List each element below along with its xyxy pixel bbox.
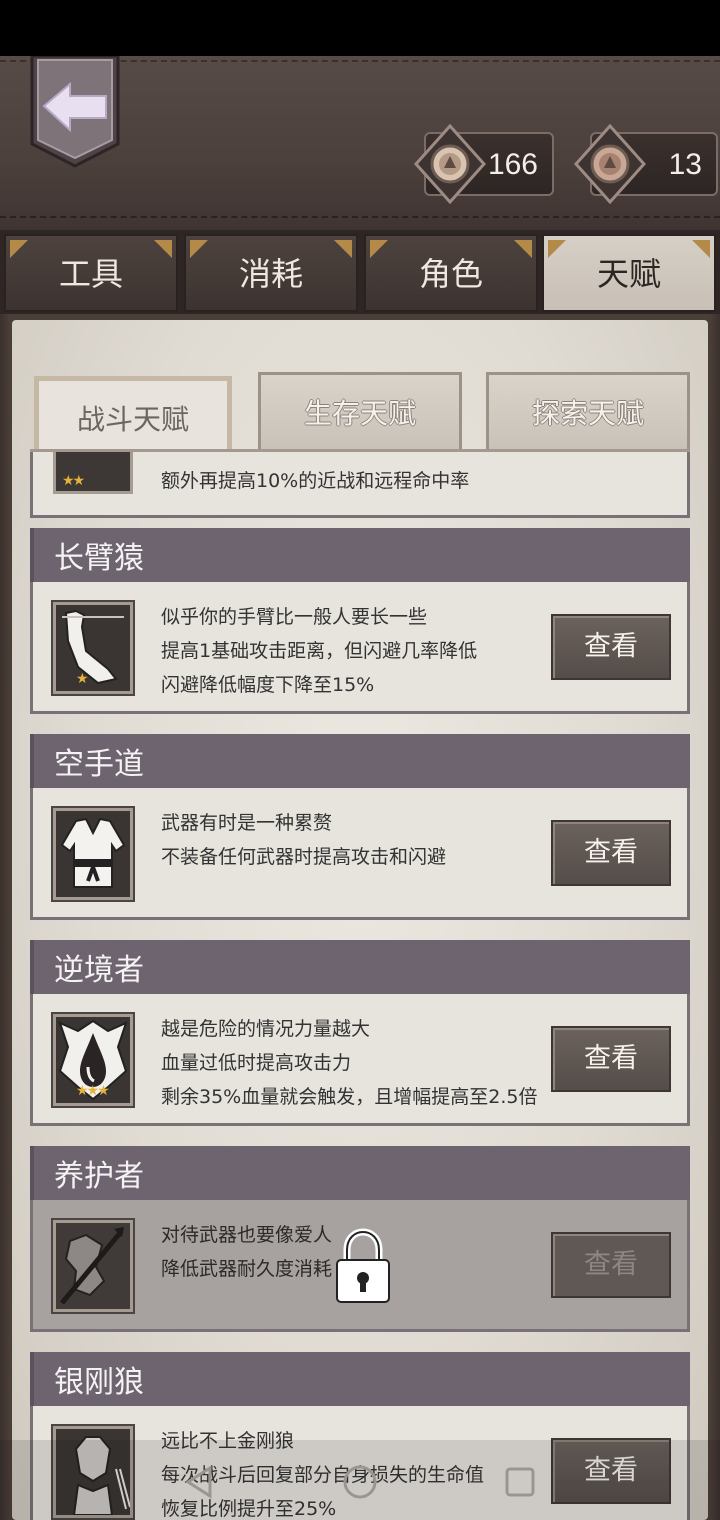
talent-icon-frame: ★★ xyxy=(53,452,133,494)
subtab-label: 战斗天赋 xyxy=(76,403,189,436)
talent-name: 逆境者 xyxy=(54,953,144,988)
talent-body: ★★★ 越是危险的情况力量越大 血量过低时提高攻击力 剩余35%血量就会触发，且… xyxy=(30,994,690,1126)
talent-desc-line: 剩余35%血量就会触发，且增幅提高至2.5倍 xyxy=(161,1086,538,1108)
talent-desc-line: 额外再提高10%的近战和远程命中率 xyxy=(161,470,470,492)
system-nav-bar xyxy=(0,1440,720,1520)
tab-corner xyxy=(334,240,352,258)
talent-header: 逆境者 xyxy=(30,940,690,994)
tab-label: 工具 xyxy=(58,255,123,293)
long-arm-icon: ★ xyxy=(51,600,135,696)
blood-drop-icon: ★★★ xyxy=(51,1012,135,1108)
view-button[interactable]: 查看 xyxy=(551,1232,671,1298)
medal-token-icon xyxy=(573,123,647,205)
currency-value-2: 13 xyxy=(668,148,702,181)
view-button[interactable]: 查看 xyxy=(551,1026,671,1092)
tab-label: 消耗 xyxy=(238,255,303,293)
talent-body: ★ 似乎你的手臂比一般人要长一些 提高1基础攻击距离，但闪避几率降低 闪避降低幅… xyxy=(30,582,690,714)
star-rating: ★★★ xyxy=(76,1083,110,1099)
tab-corner xyxy=(548,240,566,258)
tab-talents[interactable]: 天赋 xyxy=(542,234,716,312)
talent-desc-line: 似乎你的手臂比一般人要长一些 xyxy=(161,606,428,628)
square-recents-icon xyxy=(505,1467,535,1497)
karate-gi-icon xyxy=(51,806,135,902)
medal-coin-icon xyxy=(413,123,487,205)
talent-header: 养护者 xyxy=(30,1146,690,1200)
tab-corner xyxy=(190,240,208,258)
talent-card: 养护者 对待武器也要像爱人 降低武器耐久度消耗 查看 xyxy=(30,1146,690,1338)
talent-list[interactable]: ★★ 额外再提高10%的近战和远程命中率 长臂猿 ★ 似乎你的手臂比一般人要长一… xyxy=(30,452,690,1520)
talent-header: 空手道 xyxy=(30,734,690,788)
status-bar xyxy=(0,0,720,56)
talent-body: 武器有时是一种累赘 不装备任何武器时提高攻击和闪避 查看 xyxy=(30,788,690,920)
leather-stitch-bottom xyxy=(0,216,720,218)
tab-label: 角色 xyxy=(418,255,483,293)
talent-desc-line: 越是危险的情况力量越大 xyxy=(161,1018,371,1040)
currency-value-1: 166 xyxy=(487,148,538,181)
weapon-care-icon xyxy=(51,1218,135,1314)
nav-back-button[interactable] xyxy=(180,1462,220,1502)
talent-name: 空手道 xyxy=(54,747,144,782)
talent-desc-line: 血量过低时提高攻击力 xyxy=(161,1052,352,1074)
talent-desc-line: 武器有时是一种累赘 xyxy=(161,812,333,834)
lock-icon xyxy=(333,1228,393,1308)
subtab-label: 探索天赋 xyxy=(531,397,644,430)
list-item: ★★ 额外再提高10%的近战和远程命中率 xyxy=(30,452,690,518)
tab-characters[interactable]: 角色 xyxy=(364,234,538,312)
talent-header: 银刚狼 xyxy=(30,1352,690,1406)
nav-home-button[interactable] xyxy=(340,1462,380,1502)
talent-body: 对待武器也要像爱人 降低武器耐久度消耗 查看 xyxy=(30,1200,690,1332)
tab-tools[interactable]: 工具 xyxy=(4,234,178,312)
nav-recents-button[interactable] xyxy=(500,1462,540,1502)
subtab-label: 生存天赋 xyxy=(303,397,416,430)
subtab-exploration-talents[interactable]: 探索天赋 xyxy=(486,372,690,450)
back-button[interactable] xyxy=(30,54,120,168)
talent-description: 越是危险的情况力量越大 血量过低时提高攻击力 剩余35%血量就会触发，且增幅提高… xyxy=(161,1012,561,1114)
talent-card: 空手道 武器有时是一种累赘 不装备任何武器时提高攻击和闪避 查看 xyxy=(30,734,690,926)
talent-desc-line: 不装备任何武器时提高攻击和闪避 xyxy=(161,846,447,868)
talent-desc-line: 提高1基础攻击距离，但闪避几率降低 xyxy=(161,640,478,662)
talent-name: 养护者 xyxy=(54,1159,144,1194)
talent-description: 武器有时是一种累赘 不装备任何武器时提高攻击和闪避 xyxy=(161,806,561,874)
tab-corner xyxy=(692,240,710,258)
talent-card: 逆境者 ★★★ 越是危险的情况力量越大 血量过低时提高攻击力 剩余35%血量就会… xyxy=(30,940,690,1132)
triangle-back-icon xyxy=(185,1465,212,1499)
subtab-survival-talents[interactable]: 生存天赋 xyxy=(258,372,462,450)
star-rating: ★★ xyxy=(62,473,85,489)
tab-corner xyxy=(370,240,388,258)
tab-corner xyxy=(514,240,532,258)
tab-label: 天赋 xyxy=(596,255,661,293)
circle-home-icon xyxy=(343,1465,377,1499)
view-button[interactable]: 查看 xyxy=(551,820,671,886)
tab-corner xyxy=(154,240,172,258)
talent-desc-line: 闪避降低幅度下降至15% xyxy=(161,674,375,696)
talent-header: 长臂猿 xyxy=(30,528,690,582)
talent-card: 长臂猿 ★ 似乎你的手臂比一般人要长一些 提高1基础攻击距离，但闪避几率降低 闪… xyxy=(30,528,690,720)
tab-consumables[interactable]: 消耗 xyxy=(184,234,358,312)
subtab-combat-talents[interactable]: 战斗天赋 xyxy=(34,376,232,452)
main-tab-bar: 工具 消耗 角色 天赋 xyxy=(0,230,720,314)
talent-name: 银刚狼 xyxy=(54,1365,144,1400)
talent-name: 长臂猿 xyxy=(54,541,144,576)
back-arrow-icon xyxy=(30,54,120,168)
header: 166 13 xyxy=(0,54,720,230)
talent-description: 似乎你的手臂比一般人要长一些 提高1基础攻击距离，但闪避几率降低 闪避降低幅度下… xyxy=(161,600,561,702)
view-button[interactable]: 查看 xyxy=(551,614,671,680)
tab-corner xyxy=(10,240,28,258)
star-rating: ★ xyxy=(76,671,88,687)
